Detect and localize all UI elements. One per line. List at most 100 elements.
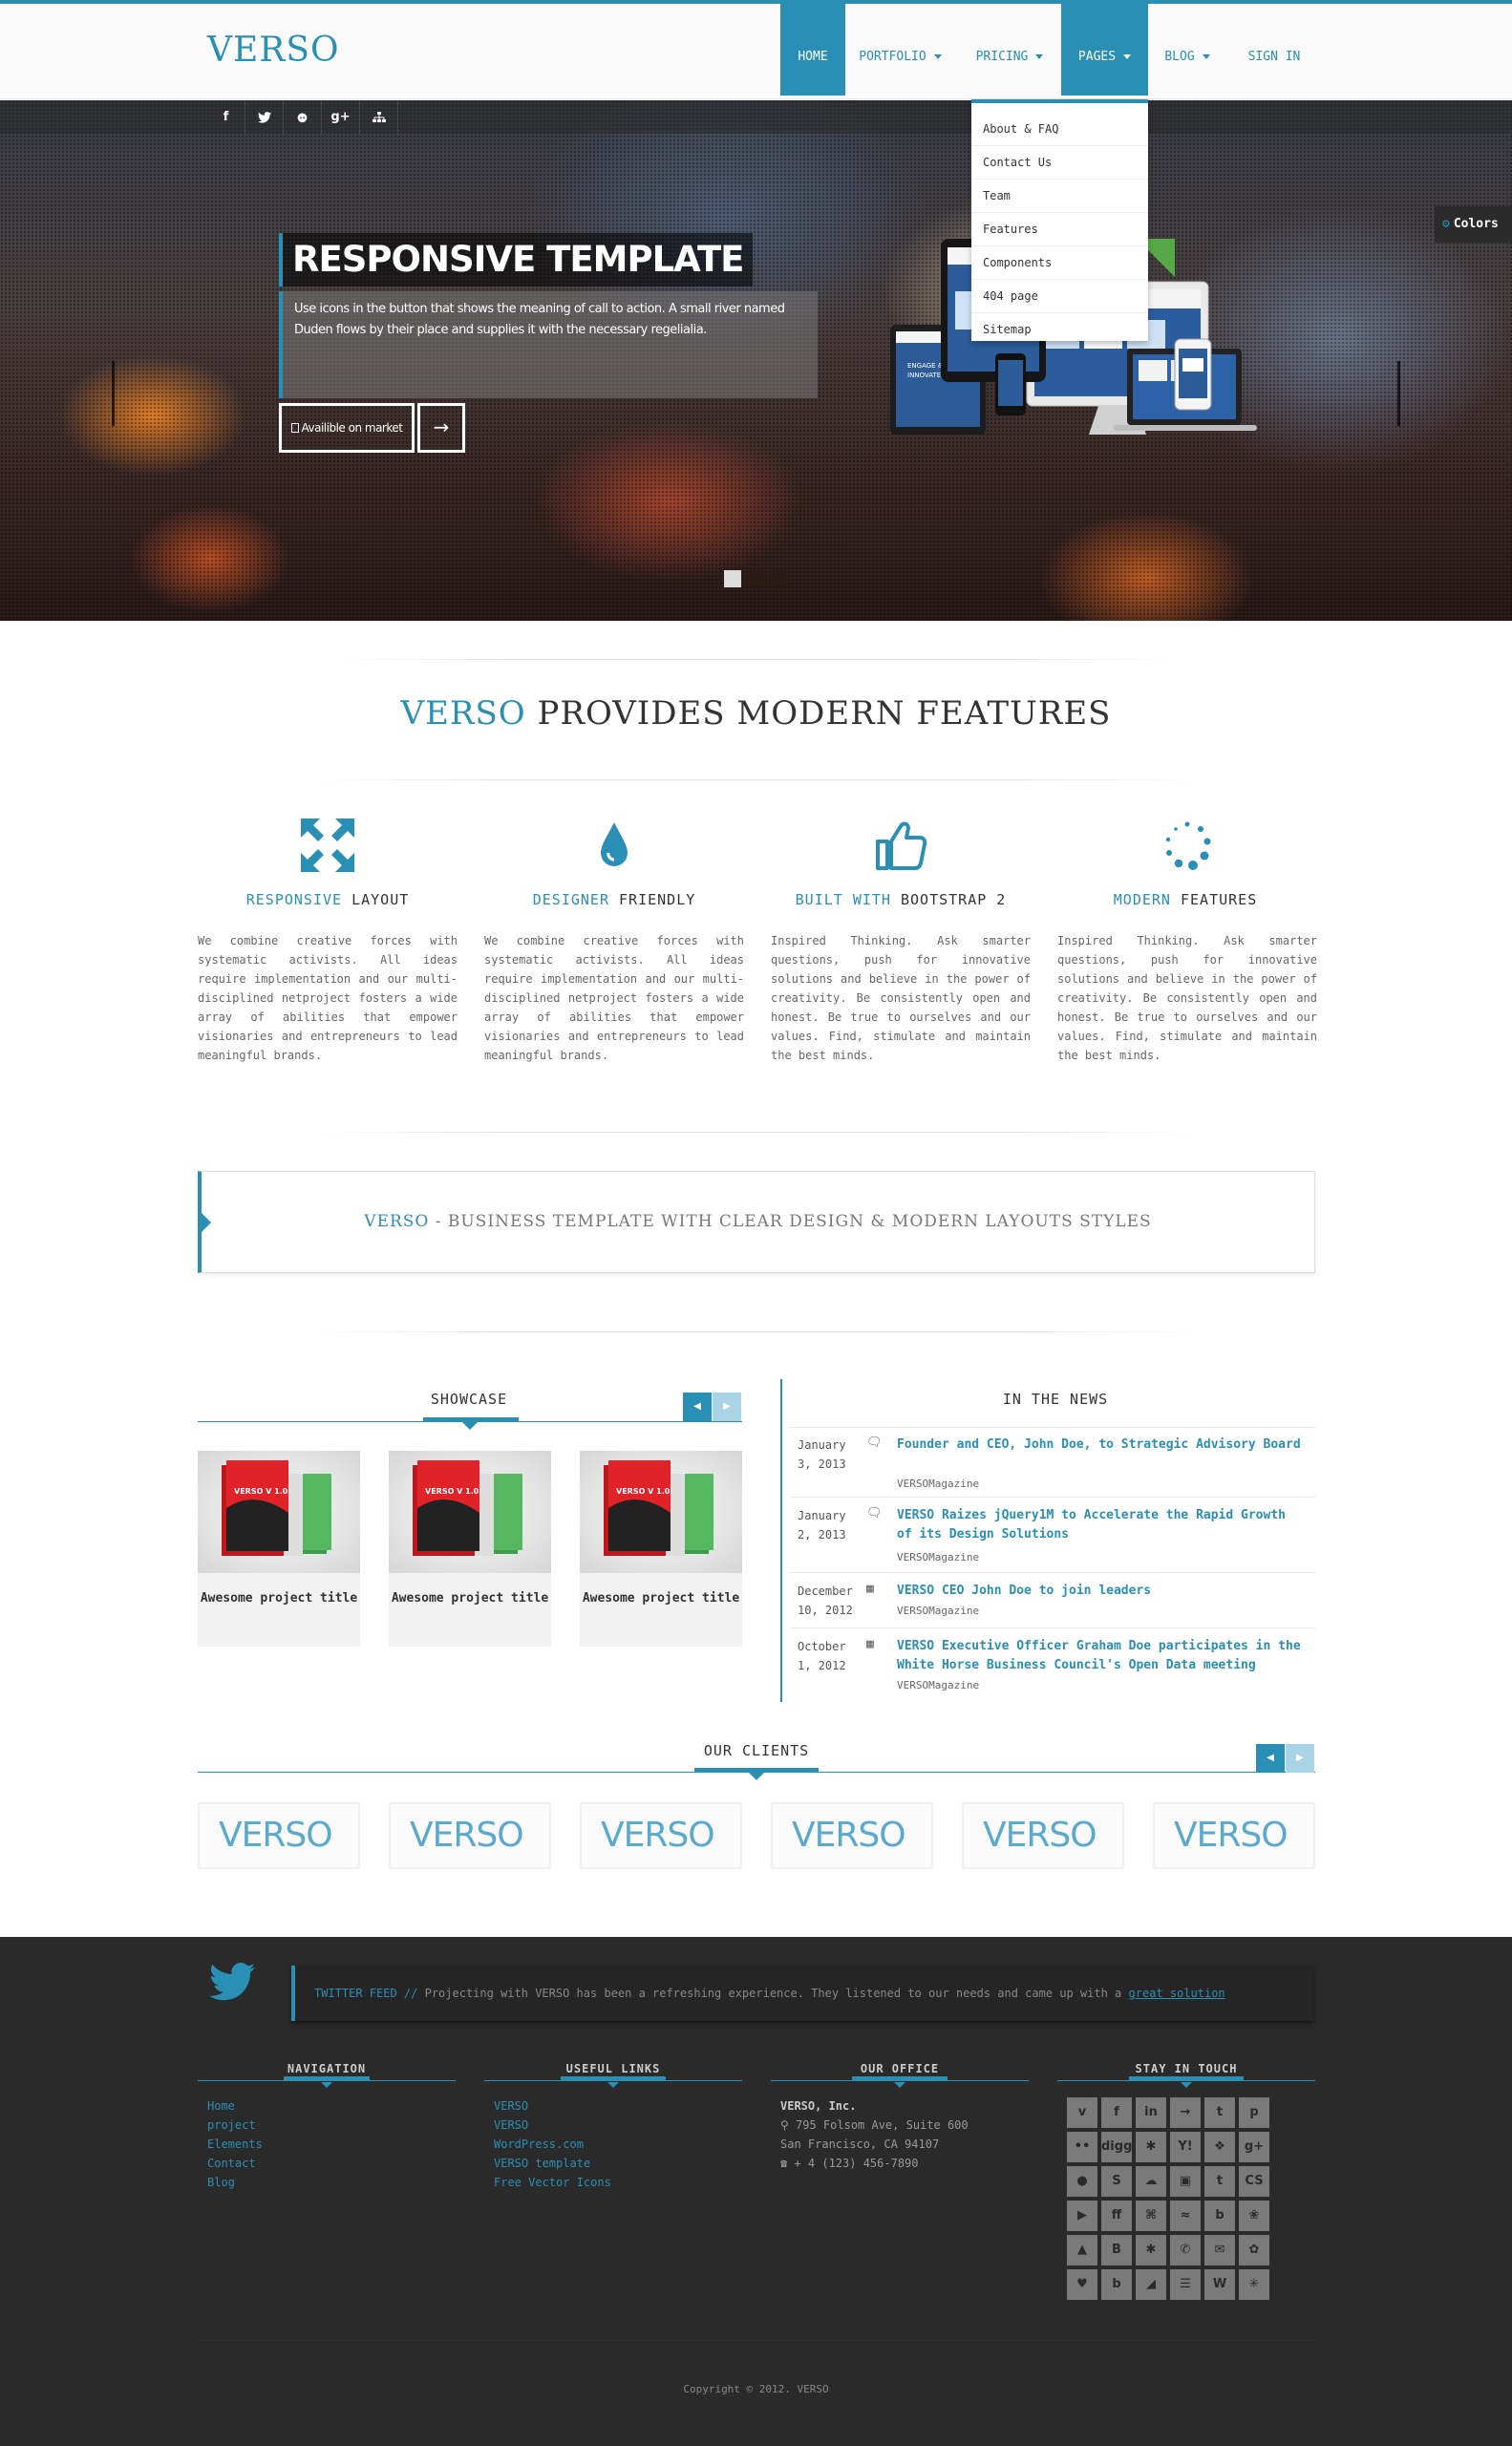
slider-prev-handle[interactable] [112,361,115,426]
slider-dot-2[interactable] [747,570,764,587]
dropdown-item-404-page[interactable]: 404 page [971,280,1148,313]
showcase-card[interactable]: VERSO V 1.0 Awesome project title [580,1451,742,1647]
clients-prev-button[interactable]: ◀ [1256,1744,1285,1773]
news-link[interactable]: Founder and CEO, John Doe, to Strategic … [897,1436,1308,1455]
news-link[interactable]: VERSO Raizes jQuery1M to Accelerate the … [897,1506,1308,1544]
social-network-icon[interactable]: ☰ [1170,2269,1201,2300]
social-network-icon[interactable]: v [1067,2097,1097,2128]
client-logo[interactable]: VERSO [1153,1802,1315,1869]
hero-text: Use icons in the button that shows the m… [279,291,818,398]
social-network-icon[interactable]: ff [1101,2201,1132,2231]
social-network-icon[interactable]: ≈ [1170,2201,1201,2231]
social-network-icon[interactable]: p [1239,2097,1269,2128]
dropdown-item-about-faq[interactable]: About & FAQ [971,113,1148,146]
social-network-icon[interactable]: g+ [1239,2132,1269,2162]
social-network-icon[interactable]: ▲ [1067,2235,1097,2265]
footer-nav-link[interactable]: project [207,2118,256,2132]
social-network-icon[interactable]: in [1136,2097,1166,2128]
social-network-icon[interactable]: b [1204,2201,1235,2231]
social-network-icon[interactable]: ▣ [1170,2166,1201,2197]
clients-next-button[interactable]: ▶ [1286,1744,1314,1773]
project-image: VERSO V 1.0 [198,1451,360,1573]
social-network-icon[interactable]: ✉ [1204,2235,1235,2265]
dropdown-item-features[interactable]: Features [971,213,1148,246]
facebook-icon[interactable]: f [207,100,245,134]
product-box-image: VERSO V 1.0 [222,1460,331,1556]
social-network-icon[interactable]: ❀ [1239,2201,1269,2231]
dropdown-item-components[interactable]: Components [971,246,1148,280]
nav-portfolio[interactable]: PORTFOLIO [850,0,950,96]
colors-switcher-button[interactable]: ⚙ Colors [1435,206,1512,243]
social-network-icon[interactable]: t [1204,2166,1235,2197]
social-network-icon[interactable]: ◢ [1136,2269,1166,2300]
showcase-card[interactable]: VERSO V 1.0 Awesome project title [198,1451,360,1647]
banner-highlight: VERSO [364,1212,430,1231]
dropdown-item-sitemap[interactable]: Sitemap [971,313,1148,347]
github-icon[interactable] [284,100,322,134]
sitemap-icon[interactable] [360,100,398,134]
social-network-icon[interactable]: ✱ [1136,2235,1166,2265]
social-network-icon[interactable]: S [1101,2166,1132,2197]
footer-nav-link[interactable]: Contact [207,2157,256,2170]
footer-useful-link[interactable]: VERSO [494,2099,528,2113]
social-network-icon[interactable]: ❖ [1204,2132,1235,2162]
social-network-icon[interactable]: → [1170,2097,1201,2128]
nav-pricing[interactable]: PRICING [962,0,1057,96]
client-logo[interactable]: VERSO [389,1802,551,1869]
showcase-prev-button[interactable]: ◀ [683,1393,712,1421]
social-network-icon[interactable]: ▶ [1067,2201,1097,2231]
social-network-icon[interactable]: t [1204,2097,1235,2128]
gears-icon: ⚙ [1442,217,1450,231]
nav-pages[interactable]: PAGES [1061,0,1148,96]
hero-arrow-button[interactable]: → [417,403,465,453]
social-network-icon[interactable]: B [1101,2235,1132,2265]
twitter-feed-link[interactable]: great solution [1129,1987,1225,2000]
dropdown-item-contact-us[interactable]: Contact Us [971,146,1148,180]
footer-nav-link[interactable]: Elements [207,2138,263,2151]
footer-useful-link[interactable]: VERSO [494,2118,528,2132]
social-network-icon[interactable]: W [1204,2269,1235,2300]
footer-useful-link[interactable]: VERSO template [494,2157,590,2170]
social-network-icon[interactable]: b [1101,2269,1132,2300]
slider-next-handle[interactable] [1397,361,1400,426]
social-network-icon[interactable]: ✿ [1239,2235,1269,2265]
clients-tick [749,1773,764,1780]
client-logo[interactable]: VERSO [580,1802,742,1869]
client-logo[interactable]: VERSO [771,1802,933,1869]
social-network-icon[interactable]: ● [1067,2166,1097,2197]
social-network-icon[interactable]: •• [1067,2132,1097,2162]
social-network-icon[interactable]: Y! [1170,2132,1201,2162]
footer-useful-link[interactable]: WordPress.com [494,2138,584,2151]
client-logo[interactable]: VERSO [962,1802,1124,1869]
social-network-icon[interactable]: ♥ [1067,2269,1097,2300]
nav-blog[interactable]: BLOG [1154,0,1221,96]
slider-dot-3[interactable] [770,570,787,587]
twitter-icon[interactable] [245,100,284,134]
social-network-icon[interactable]: CS [1239,2166,1269,2197]
available-on-market-button[interactable]: Availible on market [279,403,415,453]
social-network-icon[interactable]: ⌘ [1136,2201,1166,2231]
footer-nav-link[interactable]: Blog [207,2176,235,2189]
social-network-icon[interactable]: f [1101,2097,1132,2128]
social-network-icon[interactable]: ☁ [1136,2166,1166,2197]
showcase-card[interactable]: VERSO V 1.0 Awesome project title [389,1451,551,1647]
dropdown-item-team[interactable]: Team [971,180,1148,213]
footer-nav-link[interactable]: Home [207,2099,235,2113]
social-network-icon[interactable]: ✳ [1239,2269,1269,2300]
box-label: VERSO V 1.0 [616,1487,671,1496]
nav-sign-in[interactable]: SIGN IN [1240,0,1309,96]
social-network-icon[interactable]: ✱ [1136,2132,1166,2162]
logo[interactable]: VERSO [207,31,340,70]
news-title: IN THE NEWS [1002,1391,1109,1408]
news-link[interactable]: VERSO Executive Officer Graham Doe parti… [897,1637,1308,1675]
nav-home[interactable]: HOME [780,0,845,96]
google-plus-icon[interactable]: g+ [322,100,360,134]
showcase-next-button[interactable]: ▶ [713,1393,741,1421]
client-logo[interactable]: VERSO [198,1802,360,1869]
slider-dot-1[interactable] [724,570,741,587]
feature-title-highlight: BUILT WITH [795,891,891,908]
news-link[interactable]: VERSO CEO John Doe to join leaders [897,1582,1308,1601]
footer-useful-link[interactable]: Free Vector Icons [494,2176,611,2189]
social-network-icon[interactable]: digg [1101,2132,1132,2162]
social-network-icon[interactable]: ✆ [1170,2235,1201,2265]
